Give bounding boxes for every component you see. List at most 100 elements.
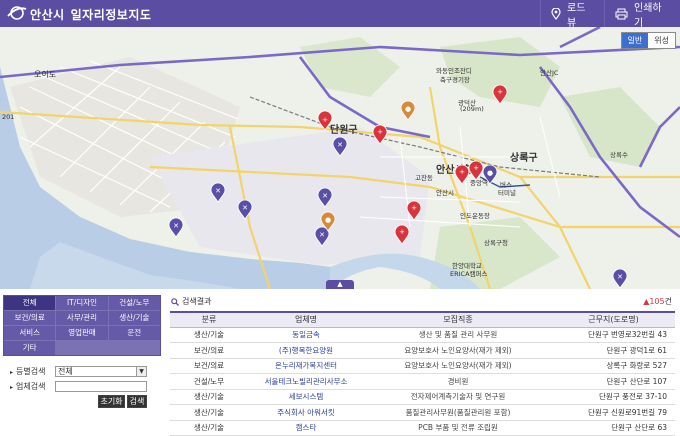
place-gojan: 고잔동	[415, 174, 433, 182]
place-danwon: 단원구	[330, 125, 358, 136]
type-select-value: 전체	[58, 367, 73, 376]
search-icon	[171, 297, 179, 306]
table-row[interactable]: 보건/의료 온누리재가복지센터 요양보호사 노인요양사(재가 제외) 상록구 화랑로 …	[170, 358, 675, 374]
type-select[interactable]: 전체 ▼	[55, 366, 147, 377]
table-row[interactable]: 생산/기술 동일금속 생산 및 품질 관리 사무원 단원구 번영로32번길 43	[170, 327, 675, 343]
row-address: 단원구 광덕1로 61	[552, 342, 675, 359]
search-button[interactable]: 검색	[127, 395, 147, 408]
row-job: 경비원	[364, 373, 552, 390]
row-job: 요양보호사 노인요양사(재가 제외)	[364, 342, 552, 359]
category-driving[interactable]: 운전	[108, 326, 160, 340]
results-count-unit: 건	[664, 297, 672, 306]
row-category: 생산/기술	[170, 404, 248, 421]
row-address: 단원구 신원로91번길 79	[552, 404, 675, 421]
filter-panel: 전체 IT/디자인 건설/노무 보건/의료 사무/관리 생산/기술 서비스 영업…	[0, 289, 165, 436]
table-row[interactable]: 생산/기술 주식회사 아워서킷 품질관리사무원(품질관리원 포함) 단원구 신원로91…	[170, 404, 675, 421]
col-address: 근무지(도로명)	[552, 311, 675, 328]
row-category: 생산/기술	[170, 327, 248, 343]
print-button[interactable]: 인쇄하기	[604, 0, 680, 29]
category-etc[interactable]: 기타	[4, 341, 56, 355]
row-address: 단원구 산단로 63	[552, 420, 675, 436]
results-panel: 검색결과 ▲105건 분류 업체명 모집직종 근무지(도로명) 생산/기술 동일금…	[165, 289, 680, 436]
category-sales[interactable]: 영업판매	[56, 326, 108, 340]
place-ansanshi: 안산시	[436, 189, 454, 197]
place-sangnok: 상록구	[510, 153, 538, 164]
category-health[interactable]: 보건/의료	[4, 311, 56, 325]
type-search-label: 등별검색	[10, 366, 54, 377]
map-title: 일자리정보지도	[70, 8, 152, 22]
results-header-row: 분류 업체명 모집직종 근무지(도로명)	[170, 311, 675, 328]
table-row[interactable]: 보건/의료 (주)행복한요양원 요양보호사 노인요양사(재가 제외) 단원구 광덕1로…	[170, 342, 675, 359]
category-construction[interactable]: 건설/노무	[108, 296, 160, 310]
place-stadium: 인도운동장	[460, 212, 490, 220]
col-job: 모집직종	[364, 311, 552, 328]
row-address: 상록구 화랑로 527	[552, 358, 675, 374]
row-category: 보건/의료	[170, 358, 248, 374]
results-count: ▲105건	[643, 296, 672, 307]
place-wadong-field: 축구경기장	[440, 76, 470, 84]
row-category: 생산/기술	[170, 420, 248, 436]
app-title[interactable]: 안산시 일자리정보지도	[30, 6, 151, 23]
print-label: 인쇄하기	[634, 2, 662, 29]
printer-icon	[615, 8, 628, 19]
row-job: 품질관리사무원(품질관리원 포함)	[364, 404, 552, 421]
row-company[interactable]: 동일금속	[248, 327, 364, 343]
table-row[interactable]: 건설/노무 서울테크노빌리관리사무소 경비원 단원구 산단로 107	[170, 373, 675, 390]
map-pin-icon	[551, 7, 561, 20]
row-company[interactable]: 서울테크노빌리관리사무소	[248, 373, 364, 390]
row-address: 단원구 풍전로 37-10	[552, 389, 675, 405]
place-erica: ERICA캠퍼스	[450, 270, 488, 278]
col-category: 분류	[170, 311, 248, 328]
row-job: 전자제어계측기술자 및 연구원	[364, 389, 552, 405]
company-search-label: 업체검색	[10, 381, 54, 392]
row-company[interactable]: 주식회사 아워서킷	[248, 404, 364, 421]
category-office[interactable]: 사무/관리	[56, 311, 108, 325]
company-search-input[interactable]	[55, 381, 147, 392]
col-company: 업체명	[248, 311, 364, 328]
row-address: 단원구 번영로32번길 43	[552, 327, 675, 343]
category-all[interactable]: 전체	[4, 296, 56, 310]
app-header: 안산시 일자리정보지도 로드뷰 인쇄하기	[0, 0, 680, 29]
map-type-normal[interactable]: 일반	[621, 33, 649, 48]
place-route-201: 201	[2, 113, 15, 121]
results-header: 검색결과	[171, 296, 211, 307]
category-production[interactable]: 생산/기술	[108, 311, 160, 325]
results-count-value: 105	[649, 297, 665, 306]
table-row[interactable]: 생산/기술 캠스타 PCB 부품 및 전류 조립원 단원구 산단로 63	[170, 420, 675, 436]
city-name: 안산시	[30, 8, 65, 22]
category-it-design[interactable]: IT/디자인	[56, 296, 108, 310]
row-job: 요양보호사 노인요양사(재가 제외)	[364, 358, 552, 374]
ansan-logo	[7, 6, 27, 20]
row-company[interactable]: 캠스타	[248, 420, 364, 436]
place-gwangdeok-height: (209m)	[460, 105, 484, 113]
place-sangnoksu: 상록수	[610, 151, 628, 159]
place-jungang: 중앙역	[470, 179, 488, 187]
row-category: 건설/노무	[170, 373, 248, 390]
category-grid: 전체 IT/디자인 건설/노무 보건/의료 사무/관리 생산/기술 서비스 영업…	[3, 295, 161, 356]
job-map[interactable]: 오이도 단원구 안산시청 상록구 와동인조잔디 축구경기장 광덕산 (209m)…	[0, 27, 680, 289]
road-view-label: 로드뷰	[567, 2, 586, 29]
place-ansan-jc: 안산JC	[540, 69, 559, 77]
map-type-toggle[interactable]: 일반 위성	[620, 32, 676, 49]
place-sangnokgu-office: 상록구청	[484, 239, 508, 247]
row-job: PCB 부품 및 전류 조립원	[364, 420, 552, 436]
map-base	[0, 27, 680, 289]
road-view-button[interactable]: 로드뷰	[540, 0, 604, 29]
place-oido: 오이도	[34, 70, 57, 79]
results-title: 검색결과	[182, 297, 212, 306]
row-company[interactable]: 온누리재가복지센터	[248, 358, 364, 374]
row-category: 보건/의료	[170, 342, 248, 359]
map-collapse-button[interactable]: ▲	[326, 280, 354, 289]
map-type-satellite[interactable]: 위성	[648, 33, 675, 48]
chevron-down-icon: ▼	[136, 367, 146, 376]
row-address: 단원구 산단로 107	[552, 373, 675, 390]
place-terminal: 터미널	[498, 189, 516, 197]
table-row[interactable]: 생산/기술 세보시스템 전자제어계측기술자 및 연구원 단원구 풍전로 37-10	[170, 389, 675, 405]
reset-button[interactable]: 초기화	[98, 395, 125, 408]
place-ansan-city-hall: 안산시청	[436, 165, 473, 176]
results-table: 분류 업체명 모집직종 근무지(도로명) 생산/기술 동일금속 생산 및 품질 관리…	[170, 311, 675, 436]
category-service[interactable]: 서비스	[4, 326, 56, 340]
row-company[interactable]: (주)행복한요양원	[248, 342, 364, 359]
row-category: 생산/기술	[170, 389, 248, 405]
row-company[interactable]: 세보시스템	[248, 389, 364, 405]
